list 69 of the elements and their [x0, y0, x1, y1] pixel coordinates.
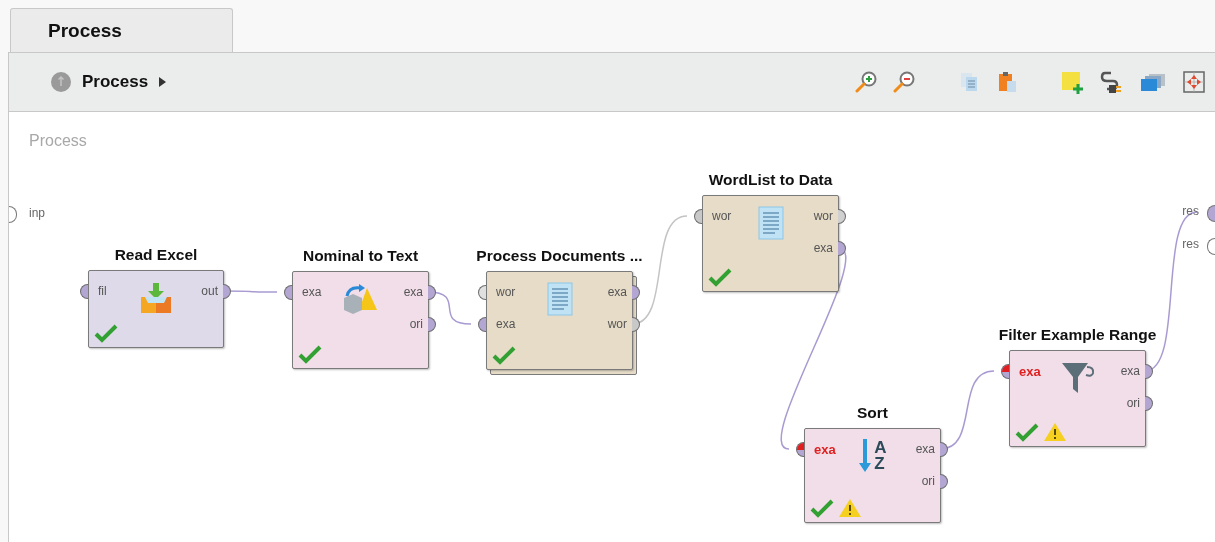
port-label: res [1182, 237, 1199, 251]
output-port[interactable] [838, 241, 846, 256]
breadcrumb-label[interactable]: Process [82, 72, 149, 92]
port-label: exa [1019, 364, 1041, 379]
port-label: exa [302, 285, 322, 299]
operator-title: WordList to Data [707, 171, 834, 189]
output-port[interactable] [1145, 396, 1153, 411]
port-label: wor [496, 285, 516, 299]
input-port[interactable] [478, 285, 486, 300]
output-port[interactable] [632, 317, 640, 332]
port-label: exa [814, 442, 836, 457]
import-tray-icon [139, 281, 173, 315]
operator-node[interactable]: wor wor exa [702, 195, 839, 292]
operator-node[interactable]: exa exa ori [292, 271, 429, 369]
operator-title: Process Documents ... [475, 247, 644, 265]
port-label: res [1182, 204, 1199, 218]
fit-layout-icon[interactable] [1181, 69, 1207, 95]
input-port[interactable] [796, 442, 804, 457]
port-label: wor [607, 317, 627, 331]
output-port[interactable] [838, 209, 846, 224]
output-port[interactable] [632, 285, 640, 300]
sort-letter: A [874, 440, 887, 456]
process-tab[interactable]: Process [10, 8, 233, 52]
port-label: exa [813, 241, 833, 255]
process-output-port[interactable] [1207, 238, 1215, 255]
port-label: exa [1120, 364, 1140, 378]
operator-node[interactable]: exa exa ori [1009, 350, 1146, 447]
output-port[interactable] [223, 284, 231, 299]
zoom-in-icon[interactable] [855, 70, 879, 94]
port-label: exa [607, 285, 627, 299]
output-port[interactable] [940, 442, 948, 457]
operator-title: Filter Example Range [997, 326, 1158, 344]
operator-title: Sort [856, 404, 889, 422]
port-label: ori [409, 317, 423, 331]
operator-node[interactable]: wor exa exa wor [486, 271, 633, 370]
input-port[interactable] [80, 284, 88, 299]
port-label: wor [712, 209, 732, 223]
output-port[interactable] [940, 474, 948, 489]
expand-arrow-icon[interactable] [158, 77, 167, 87]
canvas-label: Process [29, 132, 87, 150]
document-icon [546, 282, 573, 316]
document-icon [757, 206, 784, 240]
port-label: wor [813, 209, 833, 223]
process-input-port[interactable] [9, 206, 17, 223]
zoom-out-icon[interactable] [893, 70, 917, 94]
operator-title: Read Excel [113, 246, 199, 264]
output-port[interactable] [428, 285, 436, 300]
sort-letter: Z [874, 456, 886, 472]
operator-node[interactable]: exa exa ori A Z [804, 428, 941, 523]
port-label: exa [496, 317, 516, 331]
port-label: exa [403, 285, 423, 299]
output-port[interactable] [428, 317, 436, 332]
funnel-icon [1059, 361, 1096, 395]
input-port[interactable] [1001, 364, 1009, 379]
input-port[interactable] [694, 209, 702, 224]
port-label: out [201, 284, 218, 298]
input-port[interactable] [478, 317, 486, 332]
operator-node[interactable]: fil out [88, 270, 224, 348]
output-port[interactable] [1145, 364, 1153, 379]
down-arrow-icon [858, 439, 873, 473]
add-note-icon[interactable] [1059, 69, 1085, 95]
process-output-port[interactable] [1207, 205, 1215, 222]
port-label: ori [921, 474, 935, 488]
port-label: inp [29, 206, 45, 220]
port-label: ori [1126, 396, 1140, 410]
operator-title: Nominal to Text [301, 247, 420, 265]
port-label: exa [915, 442, 935, 456]
input-port[interactable] [284, 285, 292, 300]
port-label: fil [98, 284, 107, 298]
